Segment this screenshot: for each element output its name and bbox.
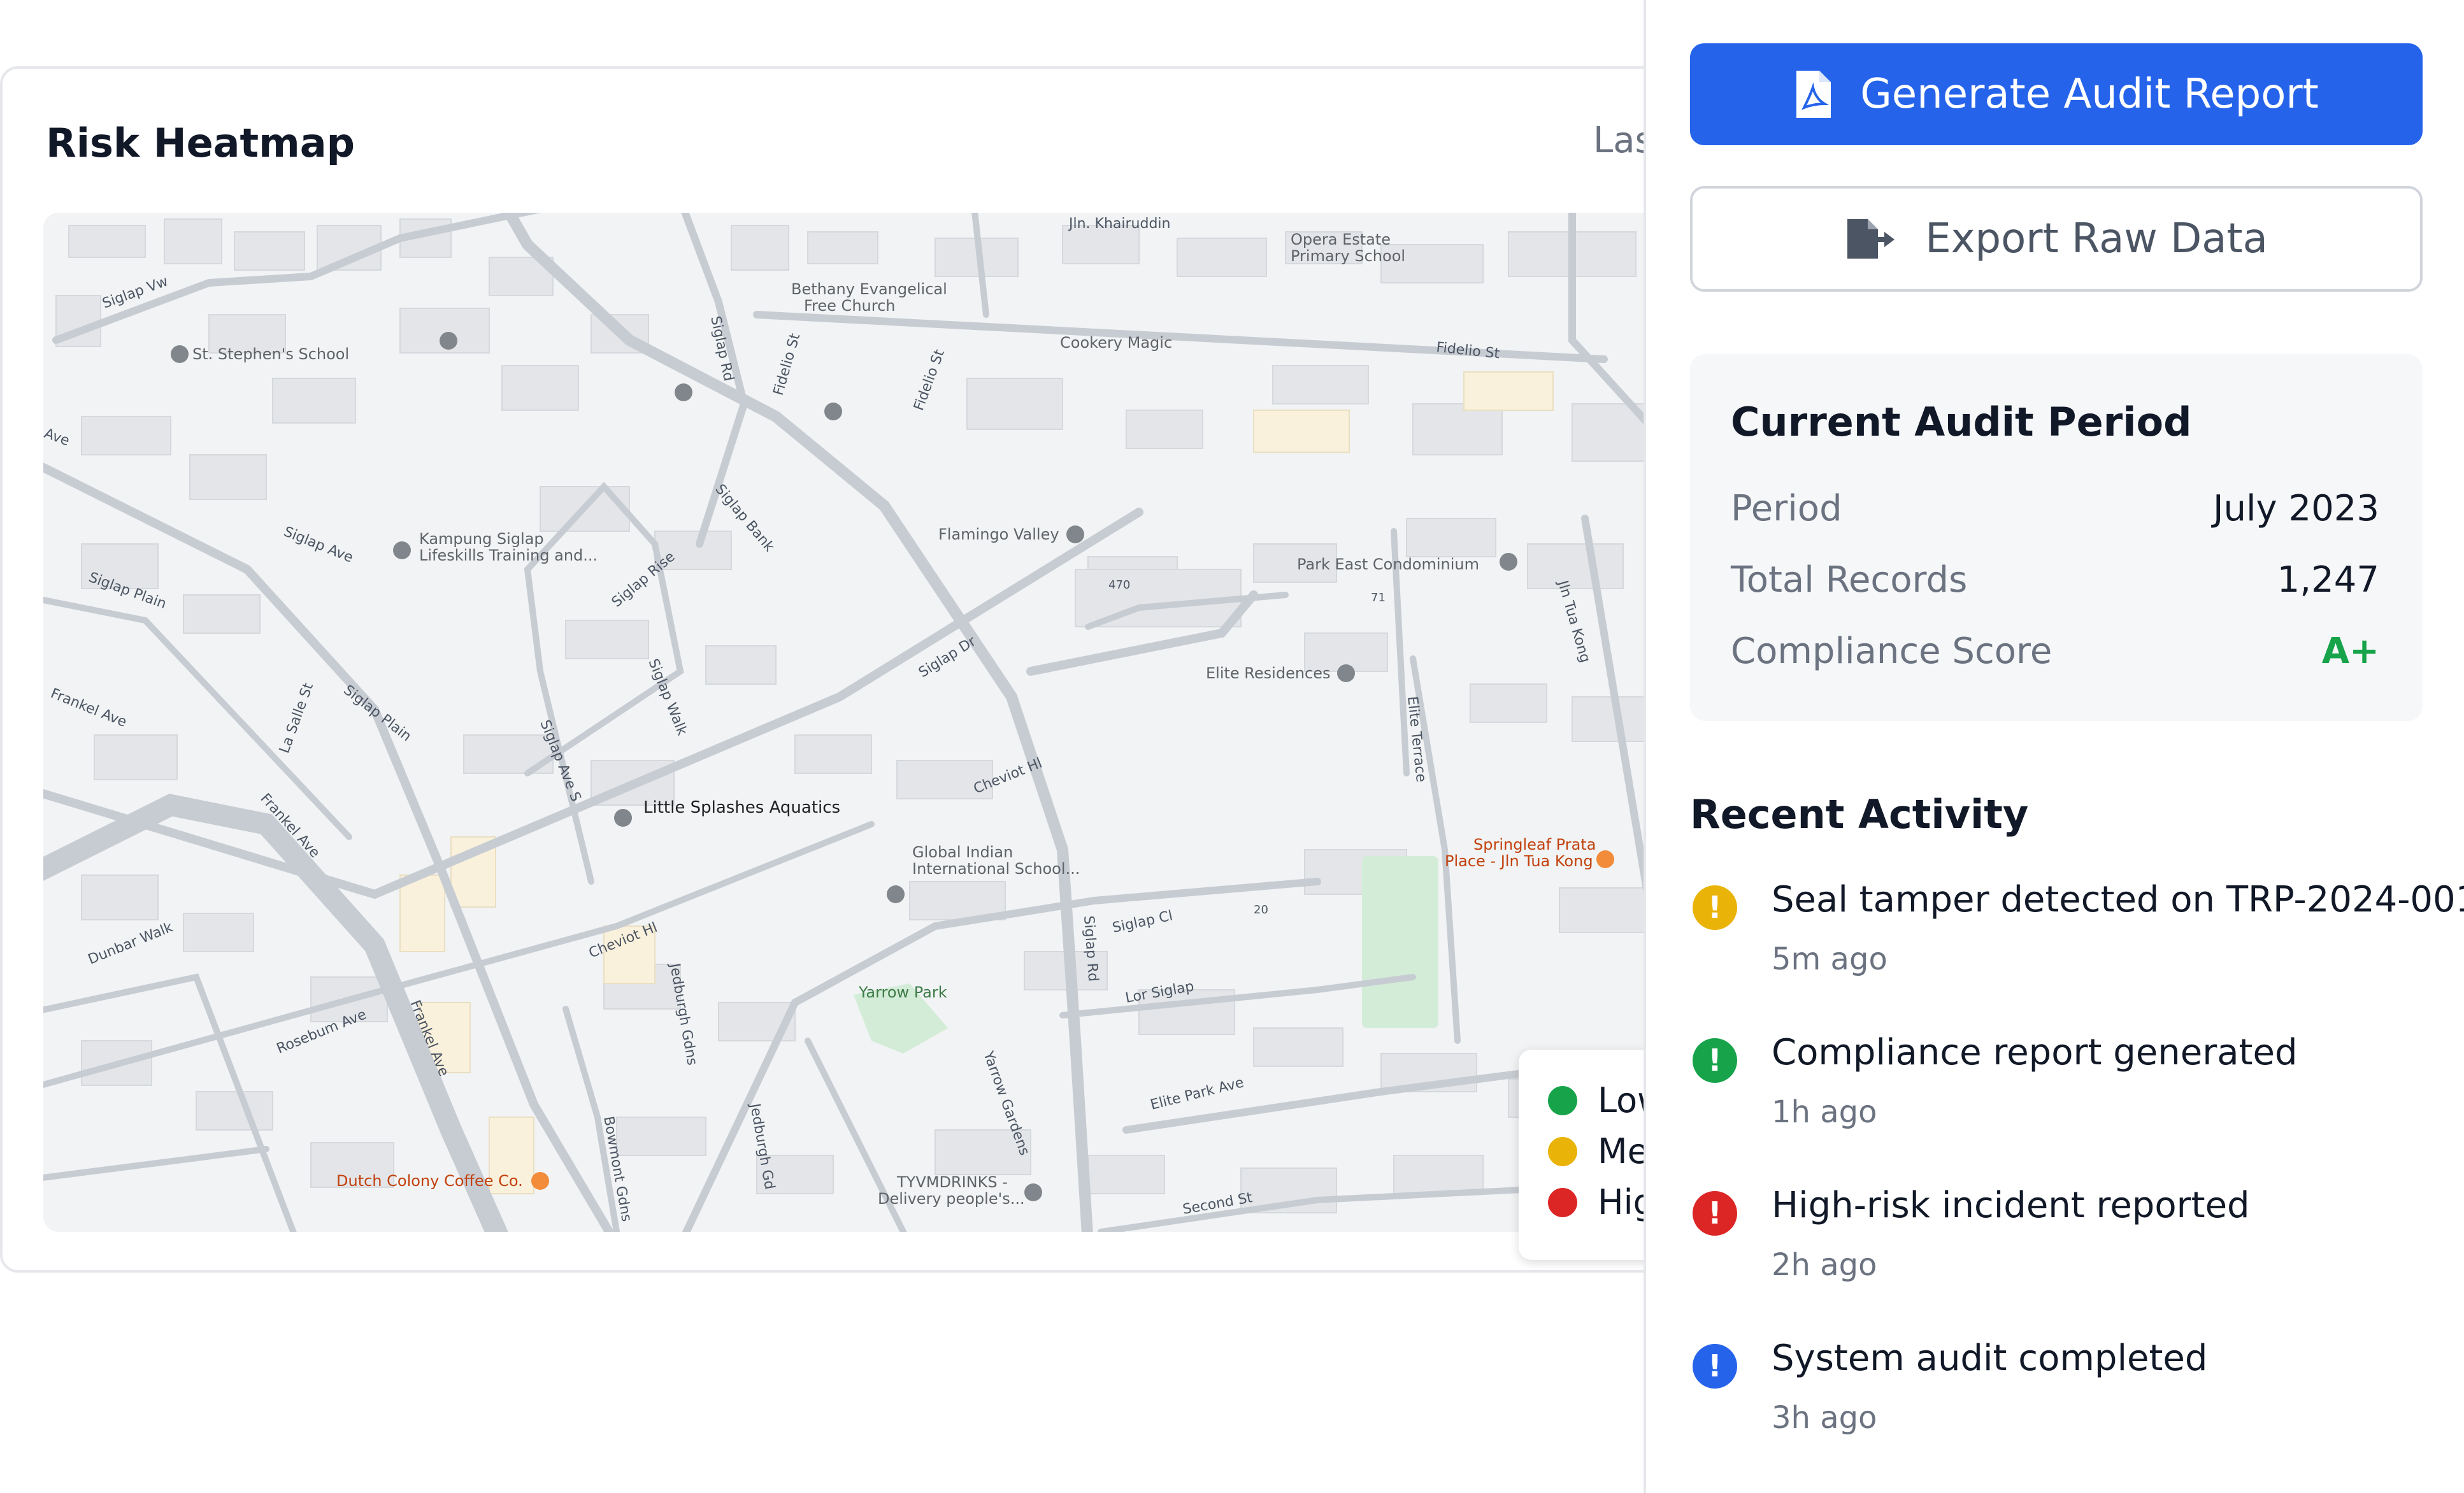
generate-audit-report-label: Generate Audit Report (1860, 71, 2319, 118)
map-label-global-1: Global Indian (912, 843, 1013, 861)
map-label-cookery: Cookery Magic (1060, 334, 1172, 352)
map-label-flamingo: Flamingo Valley (938, 525, 1059, 543)
info-alert-icon: ! (1693, 1344, 1737, 1389)
medium-risk-dot (1548, 1136, 1577, 1166)
map-label-dutch-colony: Dutch Colony Coffee Co. (336, 1172, 523, 1190)
high-risk-dot (1548, 1187, 1577, 1217)
map-label-kampung-2: Lifeskills Training and... (419, 546, 598, 564)
audit-side-panel: Generate Audit Report Export Raw Data Cu… (1644, 0, 2464, 1493)
audit-key-total-records: Total Records (1731, 559, 1968, 601)
map-label-global-2: International School... (912, 860, 1080, 878)
map-label-tyvm-2: Delivery people's... (878, 1190, 1025, 1208)
map-label-st-stephens: St. Stephen's School (192, 345, 349, 363)
map-number-71: 71 (1371, 591, 1386, 604)
activity-item[interactable]: ! Compliance report generated 1h ago (1690, 1032, 2442, 1159)
file-export-icon (1847, 219, 1895, 259)
activity-item[interactable]: ! High-risk incident reported 2h ago (1690, 1185, 2442, 1312)
audit-period-title: Current Audit Period (1731, 399, 2192, 445)
heatmap-title: Risk Heatmap (46, 120, 355, 166)
risk-heatmap-card: Risk Heatmap Las St. Stephen's School Be… (0, 66, 1735, 1273)
map-label-springleaf-1: Springleaf Prata (1473, 836, 1596, 854)
map-label-opera-1: Opera Estate (1291, 231, 1391, 248)
activity-item[interactable]: ! System audit completed 3h ago (1690, 1338, 2442, 1465)
map-label-tyvm-1: TYVMDRINKS - (896, 1173, 1008, 1191)
activity-time: 3h ago (1772, 1400, 1877, 1436)
generate-audit-report-button[interactable]: Generate Audit Report (1690, 43, 2423, 145)
pdf-file-icon (1796, 71, 1831, 118)
audit-row-total-records: Total Records 1,247 (1731, 559, 2379, 601)
low-risk-dot (1548, 1085, 1577, 1115)
map-canvas[interactable]: St. Stephen's School Bethany Evangelical… (43, 213, 1687, 1232)
map-label-opera-2: Primary School (1291, 247, 1405, 265)
map-label-bethany-2: Free Church (804, 297, 895, 315)
map-label-elite-residences: Elite Residences (1206, 664, 1331, 682)
road-label-jln-khairuddin: Jln. Khairuddin (1068, 216, 1170, 232)
heatmap-map[interactable]: St. Stephen's School Bethany Evangelical… (43, 213, 1687, 1232)
map-label-yarrow: Yarrow Park (858, 983, 947, 1001)
activity-text: High-risk incident reported (1772, 1185, 2250, 1226)
map-label-kampung-1: Kampung Siglap (419, 530, 544, 548)
activity-text: System audit completed (1772, 1338, 2208, 1379)
audit-value-compliance-score: A+ (2321, 631, 2379, 672)
recent-activity-title: Recent Activity (1690, 791, 2029, 838)
map-number-470: 470 (1108, 578, 1130, 592)
export-raw-data-button[interactable]: Export Raw Data (1690, 186, 2423, 292)
map-label-bethany: Bethany Evangelical (791, 280, 947, 298)
activity-time: 2h ago (1772, 1247, 1877, 1283)
audit-key-period: Period (1731, 488, 1842, 529)
activity-time: 5m ago (1772, 941, 1887, 977)
map-label-springleaf-2: Place - Jln Tua Kong (1445, 852, 1593, 870)
audit-row-period: Period July 2023 (1731, 488, 2379, 529)
audit-key-compliance-score: Compliance Score (1731, 631, 2052, 672)
map-number-20: 20 (1254, 903, 1268, 917)
current-audit-period-card: Current Audit Period Period July 2023 To… (1690, 354, 2423, 721)
audit-value-period: July 2023 (2212, 488, 2379, 529)
audit-row-compliance-score: Compliance Score A+ (1731, 631, 2379, 672)
error-alert-icon: ! (1693, 1191, 1737, 1236)
activity-text: Compliance report generated (1772, 1032, 2298, 1073)
audit-value-total-records: 1,247 (2277, 559, 2379, 601)
map-label-little-splashes: Little Splashes Aquatics (643, 798, 840, 817)
activity-time: 1h ago (1772, 1094, 1877, 1130)
activity-text: Seal tamper detected on TRP-2024-001 (1772, 879, 2464, 920)
map-label-park-east: Park East Condominium (1297, 555, 1479, 573)
activity-item[interactable]: ! Seal tamper detected on TRP-2024-001 5… (1690, 879, 2464, 1006)
success-alert-icon: ! (1693, 1038, 1737, 1083)
export-raw-data-label: Export Raw Data (1925, 215, 2268, 262)
warning-icon: ! (1693, 885, 1737, 930)
